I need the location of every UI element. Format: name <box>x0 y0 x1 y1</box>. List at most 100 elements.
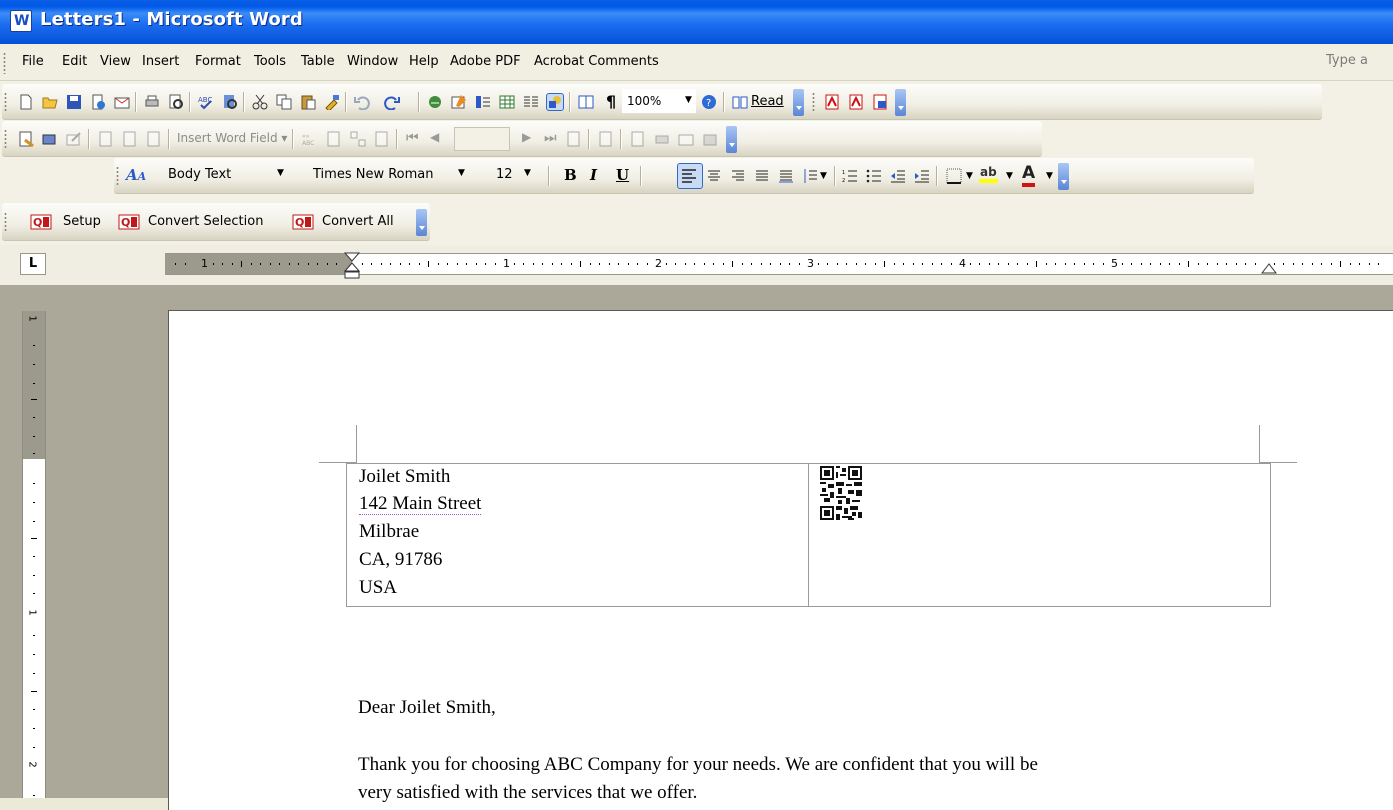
highlight-icon[interactable]: ab <box>979 165 998 183</box>
menu-window[interactable]: Window <box>347 54 398 69</box>
borders-icon[interactable] <box>946 168 962 184</box>
menu-table[interactable]: Table <box>301 54 335 69</box>
menu-acrobat-comments[interactable]: Acrobat Comments <box>534 54 659 69</box>
undo-icon[interactable] <box>354 94 370 110</box>
right-indent-marker-icon[interactable] <box>1261 263 1277 277</box>
document-page[interactable]: Joilet Smith 142 Main Street Milbrae CA,… <box>168 310 1393 810</box>
toolbar-options-chevron[interactable] <box>1058 163 1069 190</box>
italic-button[interactable]: I <box>590 166 597 184</box>
toolbar-options-chevron[interactable] <box>793 89 804 116</box>
new-document-icon[interactable] <box>18 94 34 110</box>
cut-icon[interactable] <box>252 94 268 110</box>
print-icon[interactable] <box>144 94 160 110</box>
toolbar-grip[interactable] <box>4 212 7 232</box>
align-center-icon[interactable] <box>706 168 722 184</box>
drawing-icon[interactable] <box>546 93 564 111</box>
menu-insert[interactable]: Insert <box>142 54 179 69</box>
title-bar[interactable]: W Letters1 - Microsoft Word <box>0 0 1393 44</box>
increase-indent-icon[interactable] <box>914 168 930 184</box>
read-book-icon[interactable] <box>732 94 748 110</box>
underline-button[interactable]: U <box>616 166 629 184</box>
toolbar-grip[interactable] <box>4 129 7 149</box>
styles-icon[interactable]: AA <box>126 166 146 184</box>
menu-grip[interactable] <box>3 52 6 74</box>
bullets-icon[interactable] <box>866 168 882 184</box>
spelling-icon[interactable]: ABC <box>198 94 214 110</box>
toolbar-options-chevron[interactable] <box>416 209 427 236</box>
line-spacing-icon[interactable] <box>802 168 818 184</box>
menu-adobe-pdf[interactable]: Adobe PDF <box>450 54 521 69</box>
menu-tools[interactable]: Tools <box>254 54 286 69</box>
chevron-down-icon[interactable]: ▼ <box>685 95 692 105</box>
decrease-indent-icon[interactable] <box>890 168 906 184</box>
permission-icon[interactable] <box>90 94 106 110</box>
columns-icon[interactable] <box>523 94 539 110</box>
setup-button[interactable]: Setup <box>63 214 101 229</box>
font-color-button[interactable]: A <box>1022 163 1036 187</box>
zoom-select[interactable]: 100% ▼ <box>622 89 696 113</box>
indent-marker-icon[interactable] <box>343 252 361 286</box>
hyperlink-icon[interactable] <box>427 94 443 110</box>
font-size-select[interactable]: 12 ▼ <box>484 163 534 187</box>
ask-a-question-box[interactable]: Type a <box>1326 53 1368 68</box>
menu-edit[interactable]: Edit <box>62 54 87 69</box>
bold-button[interactable]: B <box>564 166 577 184</box>
toolbar-options-chevron[interactable] <box>726 126 737 153</box>
tables-borders-icon[interactable] <box>451 94 467 110</box>
align-left-icon[interactable] <box>677 163 703 189</box>
paste-icon[interactable] <box>300 94 316 110</box>
font-select[interactable]: Times New Roman ▼ <box>295 163 465 187</box>
insert-excel-icon[interactable] <box>499 94 515 110</box>
horizontal-ruler[interactable]: 1 1 2 3 4 5 <box>165 252 1393 279</box>
qr-code-image[interactable] <box>820 466 862 520</box>
justify-icon[interactable] <box>754 168 770 184</box>
separator <box>418 92 419 112</box>
toolbar-grip[interactable] <box>116 166 119 186</box>
align-right-icon[interactable] <box>730 168 746 184</box>
qr-setup-icon[interactable]: Q <box>30 214 52 230</box>
chevron-down-icon[interactable]: ▼ <box>820 171 827 181</box>
convert-all-button[interactable]: Convert All <box>322 214 394 229</box>
document-map-icon[interactable] <box>475 94 491 110</box>
redo-icon[interactable] <box>384 94 400 110</box>
qr-convert-selection-icon[interactable]: Q <box>118 214 140 230</box>
chevron-down-icon[interactable]: ▼ <box>277 168 284 178</box>
research-icon[interactable] <box>222 94 238 110</box>
copy-icon[interactable] <box>276 94 292 110</box>
menu-view[interactable]: View <box>100 54 131 69</box>
help-icon[interactable]: ? <box>701 94 717 110</box>
email-icon[interactable] <box>114 94 130 110</box>
save-icon[interactable] <box>66 94 82 110</box>
open-data-source-icon[interactable] <box>42 131 58 147</box>
chevron-down-icon[interactable]: ▼ <box>966 171 973 181</box>
print-preview-icon[interactable] <box>168 94 184 110</box>
open-folder-icon[interactable] <box>42 94 58 110</box>
reading-layout-icon[interactable] <box>578 94 594 110</box>
convert-pdf-review-icon[interactable] <box>872 94 888 110</box>
chevron-down-icon[interactable]: ▼ <box>458 168 465 178</box>
style-select[interactable]: Body Text ▼ <box>164 163 289 187</box>
convert-selection-button[interactable]: Convert Selection <box>148 214 263 229</box>
tab-selector[interactable]: L <box>20 253 46 275</box>
convert-to-pdf-icon[interactable] <box>824 94 840 110</box>
main-document-setup-icon[interactable] <box>18 131 34 147</box>
menu-format[interactable]: Format <box>195 54 241 69</box>
toolbar-options-chevron[interactable] <box>895 89 906 116</box>
chevron-down-icon[interactable]: ▼ <box>1006 171 1013 181</box>
chevron-down-icon[interactable]: ▼ <box>1046 171 1053 181</box>
qr-convert-all-icon[interactable]: Q <box>292 214 314 230</box>
toolbar-grip[interactable] <box>4 92 7 112</box>
distributed-icon[interactable] <box>778 168 794 184</box>
show-hide-paragraph-icon[interactable]: ¶ <box>606 92 616 111</box>
chevron-down-icon[interactable]: ▼ <box>524 168 531 178</box>
convert-pdf-email-icon[interactable] <box>848 94 864 110</box>
menu-help[interactable]: Help <box>409 54 439 69</box>
word-icon[interactable]: W <box>10 10 32 32</box>
vertical-ruler[interactable]: 1 1 2 <box>22 311 46 798</box>
numbering-icon[interactable]: 12 <box>842 168 858 184</box>
menu-file[interactable]: File <box>22 54 44 69</box>
format-painter-icon[interactable] <box>324 94 340 110</box>
address-table[interactable]: Joilet Smith 142 Main Street Milbrae CA,… <box>346 463 1271 607</box>
toolbar-grip[interactable] <box>812 92 815 112</box>
read-button[interactable]: Read <box>751 94 784 109</box>
